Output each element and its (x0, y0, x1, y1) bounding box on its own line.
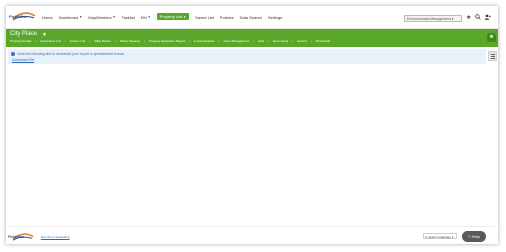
chevron-down-icon: ▼ (183, 14, 187, 19)
chevron-down-icon[interactable]: ▼ (42, 32, 47, 38)
subnav-waste-streams[interactable]: Waste Streams (120, 39, 140, 43)
subnav-inspections-list[interactable]: Inspections List (40, 39, 61, 43)
nav-map-markers[interactable]: Map/Markers ▼ (88, 14, 115, 20)
subnav-reduction-targets[interactable]: Property Reduction Targets (149, 39, 185, 43)
nav-home[interactable]: Home (42, 14, 53, 20)
info-message: Click the following link to download you… (17, 52, 124, 56)
footer-link[interactable]: See the ty Scotorship (41, 235, 70, 239)
app-window: FieldWise Home Dashboard ▼ Map/Markers ▼ T… (6, 6, 498, 244)
site-title[interactable]: City Place (10, 31, 37, 37)
footer: FieldWise See the ty Scotorship GSelect … (6, 226, 498, 244)
help-icon: ? (468, 234, 471, 239)
footer-logo-text: FieldWise (8, 235, 25, 239)
nav-data-search[interactable]: Data Search (240, 14, 262, 20)
chevron-down-icon: ▼ (112, 15, 116, 19)
subnav-utility-meters[interactable]: Utility Meters (94, 39, 111, 43)
download-file-link[interactable]: Download File (12, 58, 34, 62)
nav-dashboard[interactable]: Dashboard ▼ (59, 14, 83, 20)
search-icon[interactable] (475, 14, 481, 22)
nav-em[interactable]: EM ▼ (141, 14, 151, 20)
nav-settings[interactable]: Settings (268, 14, 282, 20)
google-icon: G (425, 234, 428, 239)
info-alert: i Click the following link to download y… (8, 49, 486, 64)
help-button[interactable]: ? Help (462, 231, 486, 242)
nav-policies[interactable]: Policies (220, 14, 234, 20)
star-icon[interactable]: ★ (466, 14, 471, 21)
chevron-down-icon: ▼ (147, 15, 151, 19)
nav-tasklist[interactable]: Tasklist (122, 14, 135, 20)
leaf-icon[interactable]: ❀ (487, 33, 496, 42)
nav-property-list[interactable]: Property List ▼ (156, 13, 190, 20)
subnav-hazard[interactable]: Hazard (297, 39, 307, 43)
user-icon[interactable] (484, 14, 491, 22)
subnav-thresholds[interactable]: Thresholds (315, 39, 330, 43)
subnav-jobs[interactable]: Jobs (258, 39, 264, 43)
language-select[interactable]: GSelect Language ▾ (423, 233, 457, 239)
subnav-fgas-register[interactable]: F-Gas Register (194, 39, 214, 43)
subnav-actions-list[interactable]: Actions List (70, 39, 85, 43)
nav-saved-list[interactable]: Saved List (195, 14, 214, 20)
main-menu: Home Dashboard ▼ Map/Markers ▼ Tasklist EM… (42, 13, 282, 20)
info-icon: i (11, 52, 15, 56)
menu-toggle-icon[interactable] (488, 51, 497, 61)
top-navigation: FieldWise Home Dashboard ▼ Map/Markers ▼ T… (6, 6, 498, 29)
logo-text: FieldWise (9, 14, 28, 19)
site-header-bar: City Place ▼ Property Details | Inspectio… (6, 29, 498, 47)
site-subnav: Property Details | Inspections List | Acti… (10, 39, 331, 43)
environment-select[interactable]: Environmental Management ▾ (404, 15, 462, 22)
subnav-property-details[interactable]: Property Details (10, 39, 31, 43)
chevron-down-icon: ▼ (79, 15, 83, 19)
subnav-asset-management[interactable]: Asset Management (223, 39, 249, 43)
subnav-documents[interactable]: Documents (273, 39, 288, 43)
